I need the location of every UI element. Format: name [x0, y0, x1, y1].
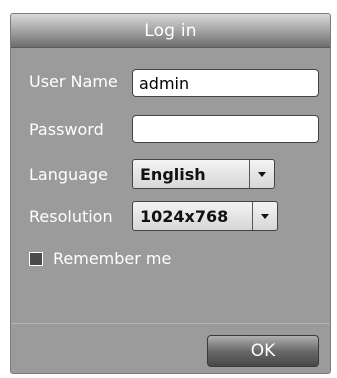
username-field[interactable]	[132, 69, 319, 97]
resolution-select[interactable]: 1024x768	[132, 201, 278, 231]
checkbox-icon[interactable]	[29, 251, 43, 266]
language-select[interactable]: English	[132, 159, 275, 189]
username-label: User Name	[29, 72, 118, 91]
remember-me-label: Remember me	[53, 249, 172, 268]
password-field[interactable]	[132, 115, 319, 143]
title-bar: Log in	[11, 14, 330, 48]
footer-divider	[11, 323, 330, 324]
language-value: English	[140, 164, 206, 184]
ok-button[interactable]: OK	[207, 335, 319, 367]
resolution-value: 1024x768	[140, 206, 229, 226]
language-label: Language	[29, 165, 108, 184]
login-dialog: Log in User Name Password Language Engli…	[10, 13, 331, 374]
resolution-label: Resolution	[29, 207, 113, 226]
password-label: Password	[29, 120, 104, 139]
dialog-title: Log in	[144, 20, 197, 41]
chevron-down-icon[interactable]	[252, 202, 277, 230]
remember-me-option[interactable]: Remember me	[29, 249, 171, 268]
chevron-down-icon[interactable]	[249, 160, 274, 188]
ok-label: OK	[250, 341, 276, 361]
